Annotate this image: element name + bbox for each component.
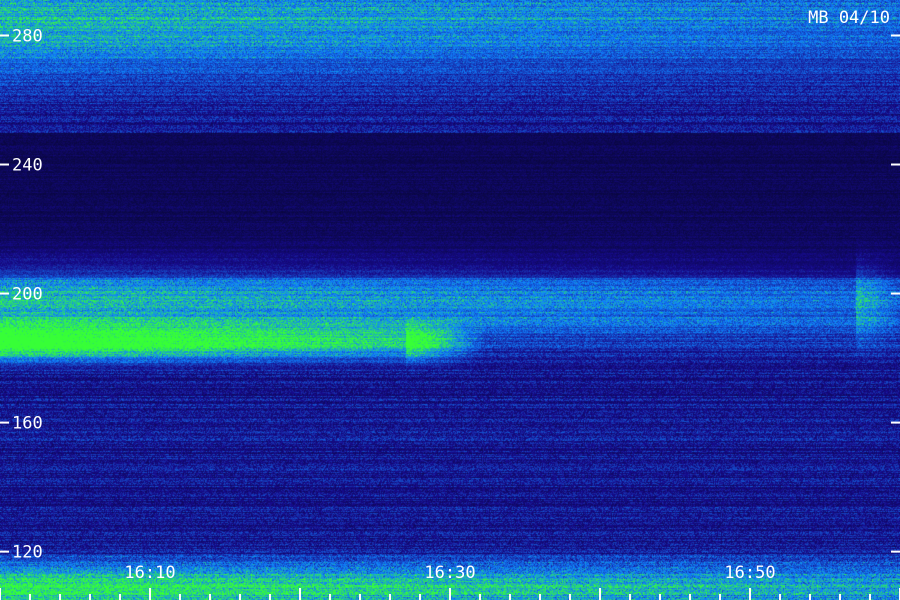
chart-title: MB 04/10 — [808, 8, 890, 28]
y-axis: 120 160 200 240 280 — [0, 26, 900, 563]
chart-overlay: MB 04/10 120 160 200 240 280 16:10 16:30 16:50 — [0, 8, 900, 600]
x-tick-label: 16:30 — [424, 563, 475, 583]
y-tick-label: 240 — [12, 156, 43, 176]
y-tick-label: 280 — [12, 26, 43, 46]
y-tick-label: 120 — [12, 543, 43, 563]
x-tick-label: 16:50 — [724, 563, 775, 583]
y-tick-label: 160 — [12, 414, 43, 434]
x-axis: 16:10 16:30 16:50 — [0, 563, 900, 600]
x-tick-label: 16:10 — [124, 563, 175, 583]
y-tick-label: 200 — [12, 285, 43, 305]
